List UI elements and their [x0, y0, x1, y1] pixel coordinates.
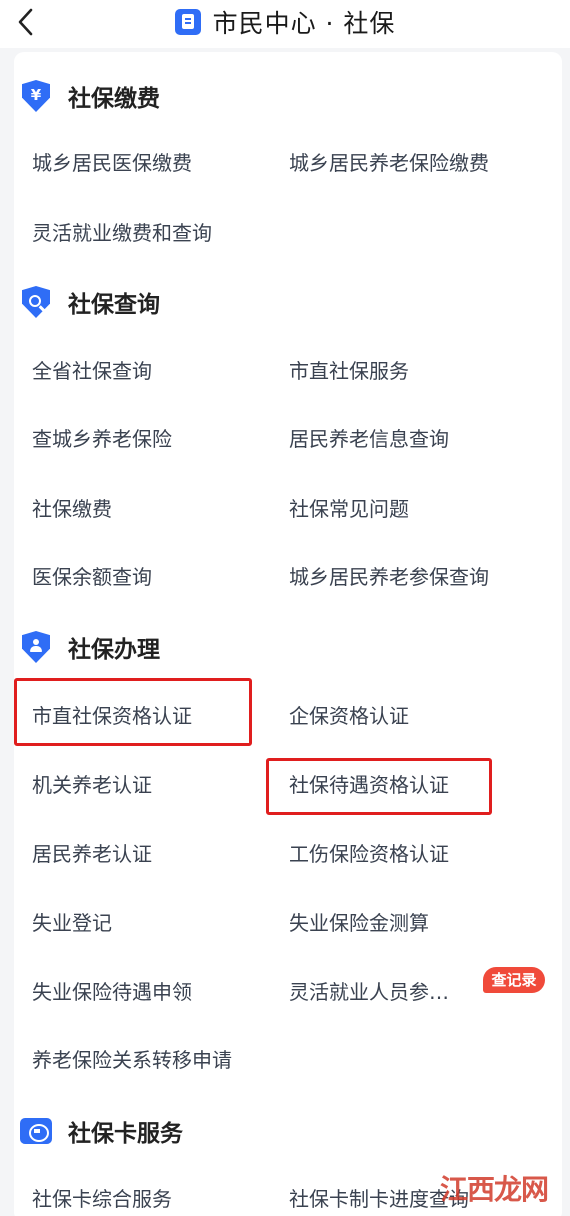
section-title: 社保缴费 [68, 86, 160, 112]
service-item[interactable]: 城乡居民养老保险缴费 [289, 146, 489, 180]
service-item[interactable]: 居民养老认证 [32, 837, 152, 871]
service-item[interactable]: 养老保险关系转移申请 [32, 1043, 232, 1077]
service-item[interactable]: 查城乡养老保险 [32, 422, 172, 456]
yuan-shield-icon: ¥ [20, 79, 52, 113]
person-shield-icon [20, 630, 52, 664]
section-header-card: 社保卡服务 [20, 1111, 183, 1151]
service-item[interactable]: 全省社保查询 [32, 354, 152, 388]
social-card-icon [20, 1114, 52, 1148]
service-item[interactable]: 企保资格认证 [289, 699, 409, 733]
section-header-payment: ¥ 社保缴费 [20, 76, 160, 116]
citizen-center-icon [174, 9, 201, 35]
service-item[interactable]: 居民养老信息查询 [289, 422, 449, 456]
search-shield-icon [20, 285, 52, 319]
records-badge[interactable]: 查记录 [483, 967, 545, 993]
service-item[interactable]: 社保待遇资格认证 [289, 768, 449, 802]
section-header-handle: 社保办理 [20, 627, 160, 667]
top-bar: 市民中心 · 社保 [0, 0, 570, 48]
service-item[interactable]: 市直社保服务 [289, 354, 409, 388]
service-item[interactable]: 机关养老认证 [32, 768, 152, 802]
service-item[interactable]: 灵活就业缴费和查询 [32, 216, 212, 250]
service-item[interactable]: 工伤保险资格认证 [289, 837, 449, 871]
service-item[interactable]: 社保卡综合服务 [32, 1182, 172, 1216]
service-item[interactable]: 失业登记 [32, 906, 112, 940]
section-header-query: 社保查询 [20, 282, 160, 322]
service-item[interactable]: 灵活就业人员参… [289, 975, 449, 1009]
section-title: 社保查询 [68, 292, 160, 318]
service-item[interactable]: 社保缴费 [32, 492, 112, 526]
service-item[interactable]: 社保常见问题 [289, 492, 409, 526]
service-item[interactable]: 医保余额查询 [32, 560, 152, 594]
page-title-group: 市民中心 · 社保 [0, 5, 570, 39]
watermark: 江西龙网 [440, 1173, 549, 1206]
section-title: 社保办理 [68, 637, 160, 663]
page-title: 市民中心 · 社保 [212, 9, 396, 38]
service-item[interactable]: 城乡居民养老参保查询 [289, 560, 489, 594]
service-item[interactable]: 失业保险待遇申领 [32, 975, 192, 1009]
service-item[interactable]: 市直社保资格认证 [32, 699, 192, 733]
service-item[interactable]: 失业保险金测算 [289, 906, 429, 940]
section-title: 社保卡服务 [68, 1121, 183, 1147]
service-item[interactable]: 城乡居民医保缴费 [32, 146, 192, 180]
